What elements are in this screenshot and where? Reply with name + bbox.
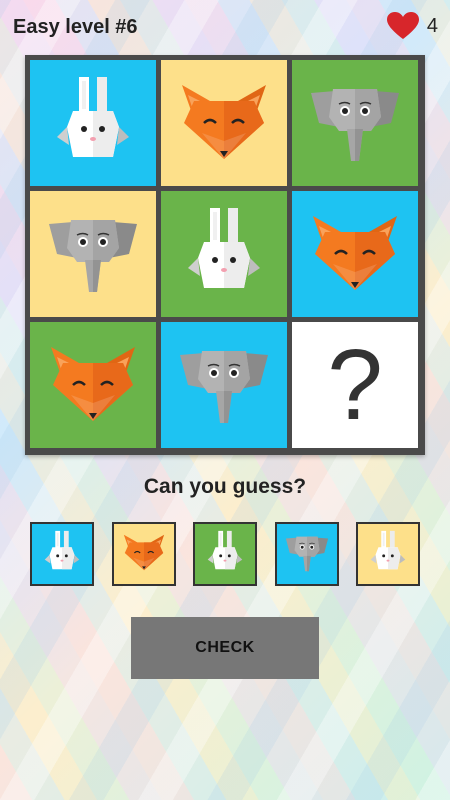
lives-indicator: 4 — [386, 12, 438, 40]
question-prompt: Can you guess? — [143, 475, 307, 498]
rabbit-icon — [364, 528, 412, 581]
rabbit-icon — [201, 528, 249, 581]
fox-icon — [174, 71, 274, 176]
fox-icon — [305, 202, 405, 307]
option-tile-rabbit-green[interactable] — [193, 522, 257, 586]
puzzle-grid: ? — [25, 55, 425, 455]
grid-cell-fox — [161, 60, 287, 186]
fox-icon — [43, 333, 143, 438]
rabbit-icon — [174, 202, 274, 307]
grid-cell-elephant — [30, 191, 156, 317]
grid-cell-rabbit — [161, 191, 287, 317]
elephant-icon — [305, 71, 405, 176]
elephant-icon — [174, 333, 274, 438]
lives-count: 4 — [426, 14, 438, 37]
grid-cell-elephant — [292, 60, 418, 186]
option-tile-elephant-blue[interactable] — [274, 522, 339, 586]
answer-options — [30, 522, 420, 586]
option-tile-rabbit-blue[interactable] — [30, 522, 94, 586]
check-button[interactable]: CHECK — [131, 617, 319, 679]
question-mark-icon: ? — [327, 329, 383, 441]
elephant-icon — [43, 202, 143, 307]
option-tile-rabbit-yellow[interactable] — [356, 522, 420, 586]
grid-cell-rabbit — [30, 60, 156, 186]
grid-cell-fox — [292, 191, 418, 317]
fox-icon — [120, 528, 168, 581]
option-tile-fox-yellow[interactable] — [111, 522, 176, 586]
grid-cell-elephant — [161, 322, 287, 448]
heart-icon — [386, 12, 419, 39]
rabbit-icon — [38, 528, 86, 581]
rabbit-icon — [43, 71, 143, 176]
top-bar: Easy level #6 4 — [0, 0, 450, 56]
grid-cell-unknown: ? — [292, 322, 418, 448]
elephant-icon — [283, 528, 331, 581]
grid-cell-fox — [30, 322, 156, 448]
level-title: Easy level #6 — [13, 16, 138, 38]
